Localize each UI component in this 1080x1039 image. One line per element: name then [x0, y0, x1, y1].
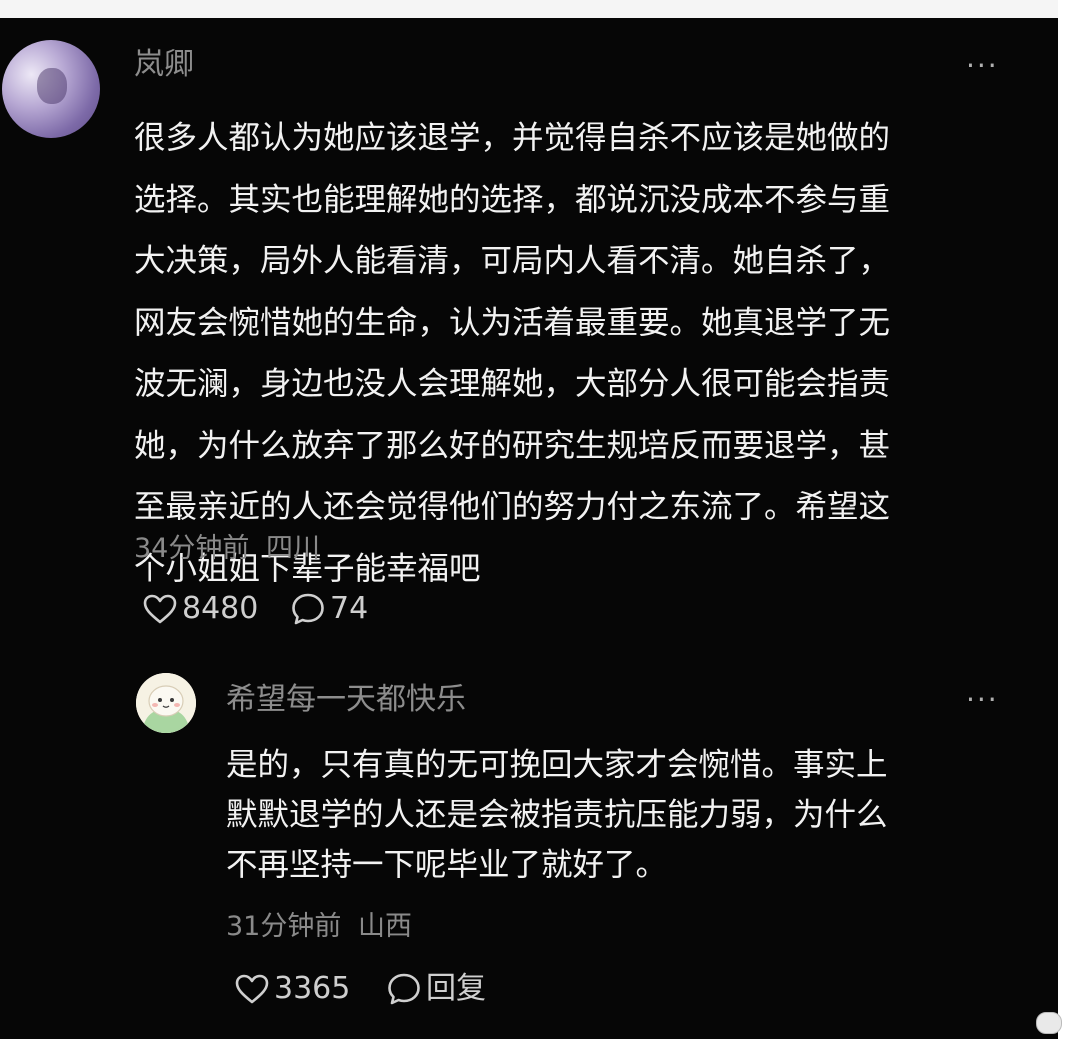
like-button[interactable]: 8480 [142, 590, 258, 628]
more-options-icon[interactable]: ··· [966, 52, 999, 80]
watermark-badge [1036, 1012, 1062, 1034]
reply-more-options-icon[interactable]: ··· [966, 686, 999, 714]
comment-location: 四川 [265, 533, 320, 564]
avatar-image [136, 673, 196, 733]
comment-username[interactable]: 岚卿 [134, 45, 194, 85]
reply-text: 是的，只有真的无可挽回大家才会惋惜。事实上 默默退学的人还是会被指责抗压能力弱，… [226, 747, 888, 883]
reply-like-button[interactable]: 3365 [234, 970, 350, 1008]
speech-bubble-icon [292, 593, 324, 625]
comment-meta: 34分钟前 四川 [134, 532, 320, 566]
reply-button[interactable]: 回复 [386, 970, 486, 1008]
speech-bubble-icon [388, 973, 420, 1005]
reply-location: 山西 [357, 911, 412, 942]
reply-time: 31分钟前 [226, 911, 342, 942]
reply-count-button[interactable]: 74 [290, 590, 368, 628]
reply-username[interactable]: 希望每一天都快乐 [226, 680, 466, 720]
page-margin [1058, 0, 1080, 1039]
reply-like-count: 3365 [274, 971, 351, 1006]
reply-avatar[interactable] [136, 673, 196, 733]
reply-meta: 31分钟前 山西 [226, 910, 412, 944]
reply-count: 74 [330, 591, 369, 626]
reply-button-label: 回复 [426, 971, 486, 1006]
avatar[interactable] [2, 40, 100, 138]
like-count: 8480 [182, 591, 259, 626]
heart-outline-icon [143, 594, 177, 624]
comment-time: 34分钟前 [134, 533, 250, 564]
avatar-figure [37, 68, 67, 104]
heart-outline-icon [235, 974, 269, 1004]
comment-text: 很多人都认为她应该退学，并觉得自杀不应该是她做的 选择。其实也能理解她的选择，都… [134, 120, 891, 587]
